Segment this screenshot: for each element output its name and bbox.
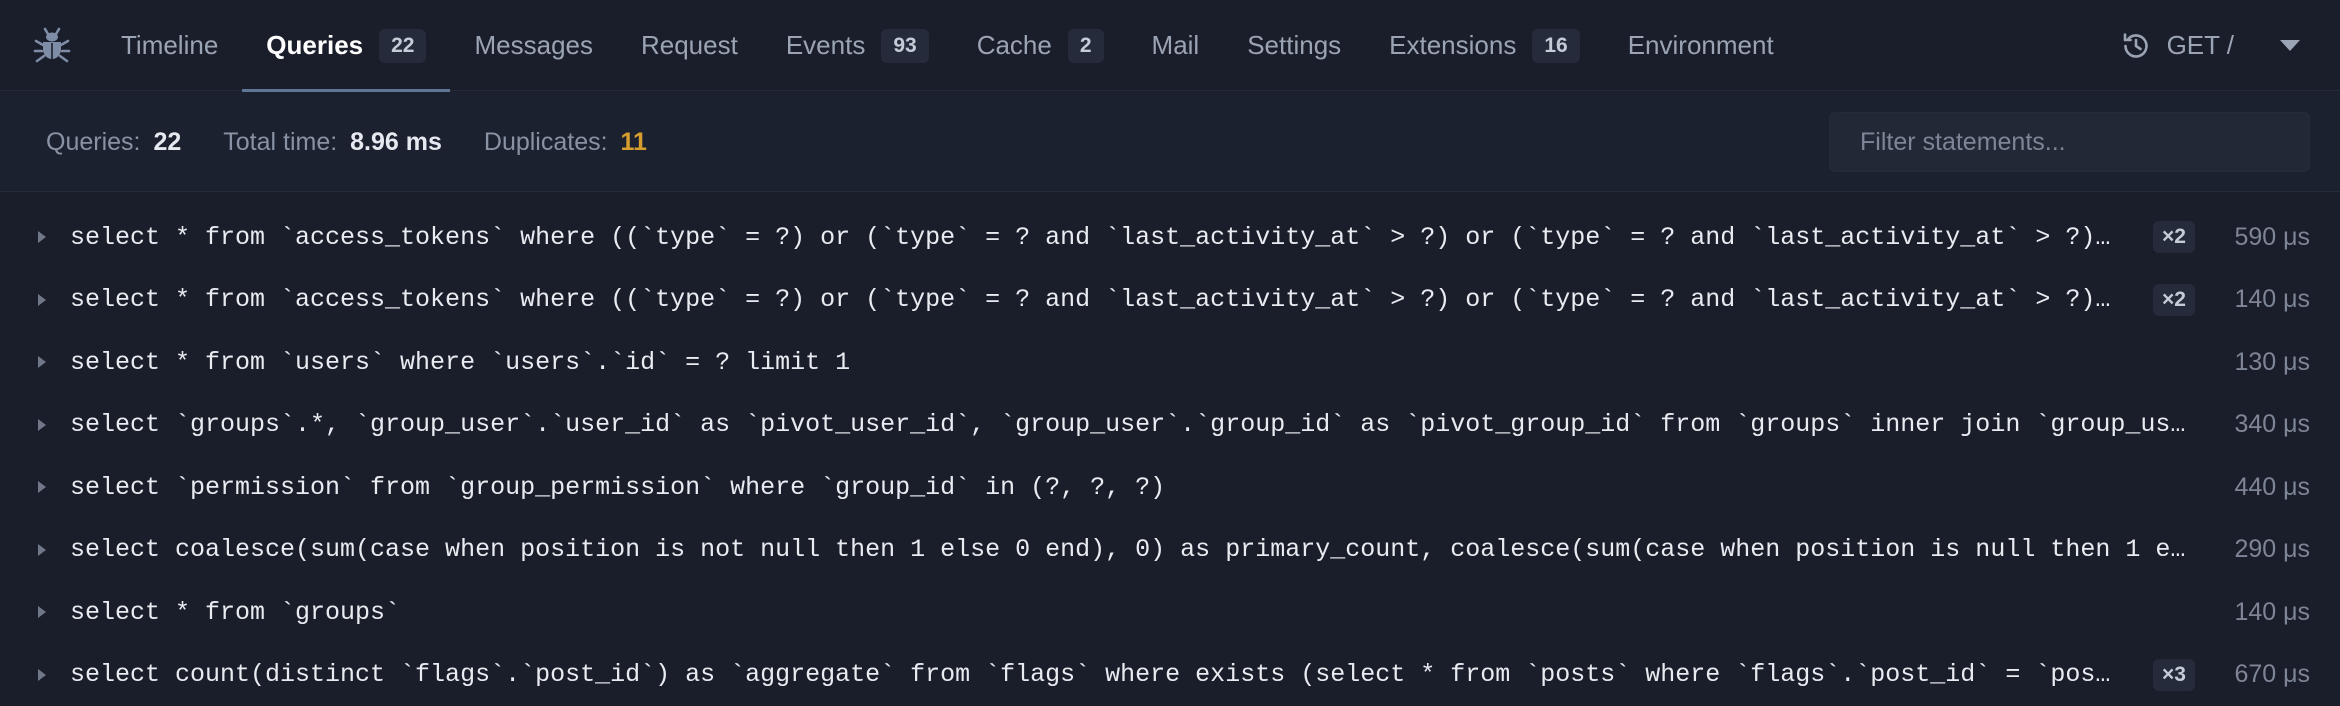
tab-timeline[interactable]: Timeline xyxy=(97,0,242,91)
tab-label: Request xyxy=(641,30,738,61)
tab-count-badge: 22 xyxy=(379,29,426,63)
query-sql: select * from `users` where `users`.`id`… xyxy=(70,348,2200,377)
total-time-stat: Total time: 8.96 ms xyxy=(223,128,442,157)
duplicates-count: 11 xyxy=(621,128,647,156)
tab-label: Messages xyxy=(474,30,593,61)
expand-arrow-icon[interactable] xyxy=(38,231,46,243)
total-time-value: 8.96 ms xyxy=(350,128,442,156)
query-summary-bar: Queries: 22 Total time: 8.96 ms Duplicat… xyxy=(0,92,2340,192)
tab-mail[interactable]: Mail xyxy=(1128,0,1224,91)
query-duration: 340 μs xyxy=(2234,410,2310,439)
query-sql: select coalesce(sum(case when position i… xyxy=(70,535,2200,564)
query-sql: select `permission` from `group_permissi… xyxy=(70,473,2200,502)
tab-label: Environment xyxy=(1628,30,1774,61)
tab-label: Cache xyxy=(977,30,1052,61)
tab-list: Timeline Queries 22 Messages Request Eve… xyxy=(97,0,1798,91)
query-row[interactable]: select `permission` from `group_permissi… xyxy=(0,456,2340,519)
stat-label: Duplicates: xyxy=(484,128,608,156)
tab-label: Events xyxy=(786,30,866,61)
tab-settings[interactable]: Settings xyxy=(1223,0,1365,91)
query-sql: select * from `groups` xyxy=(70,598,2200,627)
expand-arrow-icon[interactable] xyxy=(38,419,46,431)
tab-queries[interactable]: Queries 22 xyxy=(242,0,450,91)
tab-extensions[interactable]: Extensions 16 xyxy=(1365,0,1604,91)
tab-label: Queries xyxy=(266,30,363,61)
query-row[interactable]: select * from `access_tokens` where ((`t… xyxy=(0,269,2340,332)
expand-arrow-icon[interactable] xyxy=(38,294,46,306)
query-row[interactable]: select `groups`.*, `group_user`.`user_id… xyxy=(0,394,2340,457)
request-label: GET / xyxy=(2167,30,2234,61)
duplicate-count-badge: ×2 xyxy=(2153,221,2195,253)
expand-arrow-icon[interactable] xyxy=(38,356,46,368)
query-duration: 670 μs xyxy=(2234,660,2310,689)
query-sql: select * from `access_tokens` where ((`t… xyxy=(70,223,2125,252)
query-duration: 130 μs xyxy=(2234,348,2310,377)
tab-messages[interactable]: Messages xyxy=(450,0,617,91)
filter-statements-input[interactable] xyxy=(1829,112,2310,172)
tab-count-badge: 2 xyxy=(1068,29,1104,63)
tab-label: Timeline xyxy=(121,30,218,61)
tab-label: Settings xyxy=(1247,30,1341,61)
query-row[interactable]: select * from `groups` 140 μs xyxy=(0,581,2340,644)
query-row[interactable]: select * from `users` where `users`.`id`… xyxy=(0,331,2340,394)
query-row[interactable]: select * from `access_tokens` where ((`t… xyxy=(0,206,2340,269)
query-duration: 440 μs xyxy=(2234,473,2310,502)
tab-cache[interactable]: Cache 2 xyxy=(953,0,1128,91)
query-row[interactable]: select count(distinct `flags`.`post_id`)… xyxy=(0,644,2340,706)
expand-arrow-icon[interactable] xyxy=(38,544,46,556)
expand-arrow-icon[interactable] xyxy=(38,669,46,681)
query-sql: select `groups`.*, `group_user`.`user_id… xyxy=(70,410,2200,439)
queries-stat: Queries: 22 xyxy=(46,128,181,157)
queries-count: 22 xyxy=(153,128,181,156)
query-list: select * from `access_tokens` where ((`t… xyxy=(0,206,2340,706)
tab-count-badge: 16 xyxy=(1532,29,1579,63)
expand-arrow-icon[interactable] xyxy=(38,606,46,618)
tab-environment[interactable]: Environment xyxy=(1604,0,1798,91)
bug-icon[interactable] xyxy=(32,26,72,66)
duplicates-stat: Duplicates: 11 xyxy=(484,128,647,157)
stat-label: Total time: xyxy=(223,128,337,156)
query-duration: 140 μs xyxy=(2234,598,2310,627)
tab-label: Extensions xyxy=(1389,30,1516,61)
query-duration: 590 μs xyxy=(2234,223,2310,252)
request-selector[interactable]: GET / xyxy=(2121,0,2300,91)
stat-label: Queries: xyxy=(46,128,140,156)
duplicate-count-badge: ×3 xyxy=(2153,659,2195,691)
tab-label: Mail xyxy=(1152,30,1200,61)
query-stats: Queries: 22 Total time: 8.96 ms Duplicat… xyxy=(46,92,689,192)
tab-count-badge: 93 xyxy=(881,29,928,63)
query-duration: 290 μs xyxy=(2234,535,2310,564)
query-duration: 140 μs xyxy=(2234,285,2310,314)
history-icon xyxy=(2121,31,2151,61)
expand-arrow-icon[interactable] xyxy=(38,481,46,493)
top-tab-bar: Timeline Queries 22 Messages Request Eve… xyxy=(0,0,2340,91)
duplicate-count-badge: ×2 xyxy=(2153,284,2195,316)
query-row[interactable]: select coalesce(sum(case when position i… xyxy=(0,519,2340,582)
tab-request[interactable]: Request xyxy=(617,0,762,91)
query-sql: select * from `access_tokens` where ((`t… xyxy=(70,285,2125,314)
query-sql: select count(distinct `flags`.`post_id`)… xyxy=(70,660,2125,689)
tab-events[interactable]: Events 93 xyxy=(762,0,953,91)
chevron-down-icon xyxy=(2280,40,2300,51)
